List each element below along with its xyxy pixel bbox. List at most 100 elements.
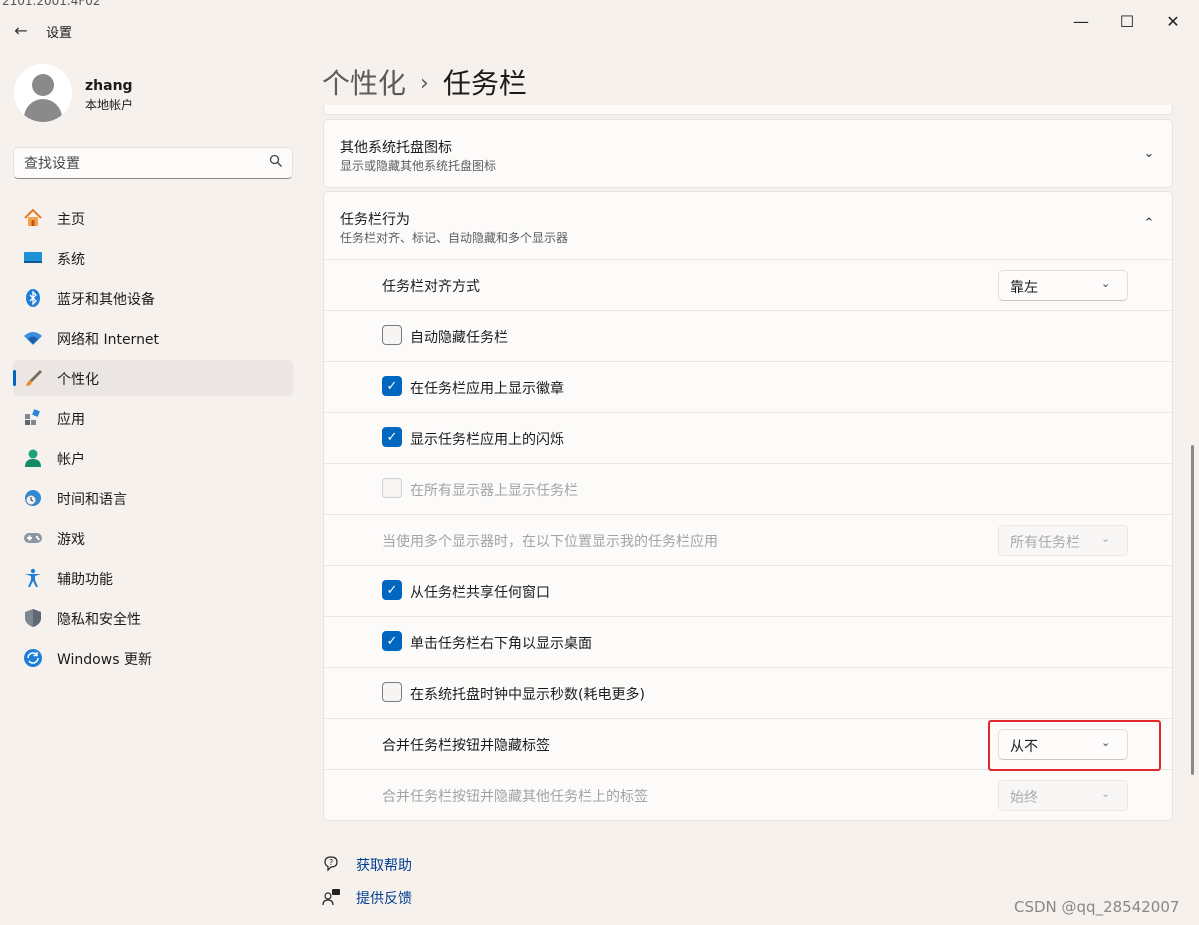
bluetooth-icon (23, 288, 43, 308)
title-bar: ← 设置 — ☐ ✕ (0, 0, 1199, 50)
sidebar-item-label: 应用 (57, 412, 85, 428)
sidebar-item-privacy[interactable]: 隐私和安全性 (13, 600, 293, 636)
brush-icon (23, 368, 43, 388)
taskbar-alignment-dropdown[interactable]: 靠左 ⌄ (998, 270, 1128, 301)
auto-hide-checkbox[interactable] (382, 325, 402, 345)
search-box[interactable] (13, 147, 293, 179)
close-button[interactable]: ✕ (1150, 10, 1196, 38)
other-tray-icons-header[interactable]: 其他系统托盘图标 显示或隐藏其他系统托盘图标 ⌄ (324, 120, 1172, 187)
checkbox-label[interactable]: 从任务栏共享任何窗口 (410, 582, 550, 602)
sidebar-item-accounts[interactable]: 帐户 (13, 440, 293, 476)
sidebar-item-accessibility[interactable]: 辅助功能 (13, 560, 293, 596)
dropdown-value: 始终 (1010, 790, 1038, 806)
card-title: 任务栏行为 (340, 212, 410, 228)
maximize-button[interactable]: ☐ (1104, 10, 1150, 38)
card-subtitle: 任务栏对齐、标记、自动隐藏和多个显示器 (340, 231, 569, 245)
sidebar-item-apps[interactable]: 应用 (13, 400, 293, 436)
combine-buttons-dropdown[interactable]: 从不 ⌄ (998, 729, 1128, 760)
sidebar-item-label: 蓝牙和其他设备 (57, 292, 155, 308)
back-button[interactable]: ← (10, 20, 32, 42)
active-indicator (13, 370, 16, 386)
page-title: 任务栏 (442, 67, 527, 100)
accessibility-icon (23, 568, 43, 588)
show-desktop-row: ✓ 单击任务栏右下角以显示桌面 (324, 616, 1172, 667)
all-displays-row: 在所有显示器上显示任务栏 (324, 463, 1172, 514)
sidebar-item-label: Windows 更新 (57, 652, 152, 668)
show-seconds-checkbox[interactable] (382, 682, 402, 702)
setting-label: 合并任务栏按钮并隐藏标签 (382, 738, 550, 754)
checkbox-label: 在所有显示器上显示任务栏 (410, 483, 578, 499)
chevron-down-icon: ⌄ (1101, 277, 1111, 290)
breadcrumb-separator: › (420, 71, 429, 96)
search-input[interactable] (24, 154, 264, 174)
show-flashing-row: ✓ 显示任务栏应用上的闪烁 (324, 412, 1172, 463)
sidebar-item-network[interactable]: 网络和 Internet (13, 320, 293, 356)
sidebar-item-label: 隐私和安全性 (57, 612, 141, 628)
link-label[interactable]: 获取帮助 (356, 855, 412, 875)
setting-label: 合并任务栏按钮并隐藏其他任务栏上的标签 (382, 789, 648, 805)
watermark: CSDN @qq_28542007 (1014, 898, 1180, 916)
sidebar-item-windows-update[interactable]: Windows 更新 (13, 640, 293, 676)
sidebar-item-label: 帐户 (57, 452, 85, 468)
taskbar-alignment-row: 任务栏对齐方式 靠左 ⌄ (324, 259, 1172, 310)
show-seconds-row: 在系统托盘时钟中显示秒数(耗电更多) (324, 667, 1172, 718)
all-displays-checkbox (382, 478, 402, 498)
svg-text:?: ? (329, 858, 333, 867)
show-flashing-checkbox[interactable]: ✓ (382, 427, 402, 447)
breadcrumb-parent[interactable]: 个性化 (322, 67, 406, 100)
checkbox-label[interactable]: 在任务栏应用上显示徽章 (410, 378, 564, 398)
minimize-button[interactable]: — (1058, 10, 1104, 38)
clock-globe-icon (23, 488, 43, 508)
show-desktop-checkbox[interactable]: ✓ (382, 631, 402, 651)
checkbox-label[interactable]: 单击任务栏右下角以显示桌面 (410, 633, 592, 653)
user-name: zhang (85, 78, 133, 94)
breadcrumb: 个性化 › 任务栏 (322, 62, 527, 102)
checkbox-label[interactable]: 显示任务栏应用上的闪烁 (410, 429, 564, 449)
multi-display-row: 当使用多个显示器时，在以下位置显示我的任务栏应用 所有任务栏 ⌄ (324, 514, 1172, 565)
checkbox-label[interactable]: 自动隐藏任务栏 (410, 327, 508, 347)
search-icon[interactable] (267, 154, 285, 172)
previous-card-edge (323, 105, 1173, 115)
show-badges-row: ✓ 在任务栏应用上显示徽章 (324, 361, 1172, 412)
sidebar-item-personalization[interactable]: 个性化 (13, 360, 293, 396)
other-tray-icons-card: 其他系统托盘图标 显示或隐藏其他系统托盘图标 ⌄ (323, 119, 1173, 188)
update-icon (23, 648, 43, 668)
sidebar-item-gaming[interactable]: 游戏 (13, 520, 293, 556)
system-icon (23, 248, 43, 268)
taskbar-behaviors-header[interactable]: 任务栏行为 任务栏对齐、标记、自动隐藏和多个显示器 ⌃ (324, 192, 1172, 259)
checkbox-label[interactable]: 在系统托盘时钟中显示秒数(耗电更多) (410, 684, 645, 704)
chevron-up-icon[interactable]: ⌃ (1139, 214, 1159, 234)
sidebar-item-label: 系统 (57, 252, 85, 268)
share-window-checkbox[interactable]: ✓ (382, 580, 402, 600)
multi-display-dropdown: 所有任务栏 ⌄ (998, 525, 1128, 556)
shield-icon (23, 608, 43, 628)
chevron-down-icon[interactable]: ⌄ (1139, 144, 1159, 164)
setting-label: 当使用多个显示器时，在以下位置显示我的任务栏应用 (382, 534, 718, 550)
combine-other-dropdown: 始终 ⌄ (998, 780, 1128, 811)
avatar (14, 64, 72, 122)
help-icon: ? (322, 854, 342, 874)
account-type: 本地帐户 (85, 98, 134, 112)
sidebar-item-time-language[interactable]: 时间和语言 (13, 480, 293, 516)
sidebar-item-label: 主页 (57, 212, 85, 228)
scrollbar[interactable] (1191, 445, 1194, 775)
combine-other-row: 合并任务栏按钮并隐藏其他任务栏上的标签 始终 ⌄ (324, 769, 1172, 820)
show-badges-checkbox[interactable]: ✓ (382, 376, 402, 396)
sidebar-item-label: 时间和语言 (57, 492, 127, 508)
card-title: 其他系统托盘图标 (340, 140, 452, 156)
sidebar-item-bluetooth[interactable]: 蓝牙和其他设备 (13, 280, 293, 316)
sidebar-nav: 主页 系统 蓝牙和其他设备 网络和 Internet 个性化 应用 帐户 时间和… (13, 200, 293, 680)
feedback-icon (322, 887, 342, 907)
dropdown-value: 靠左 (1010, 280, 1038, 296)
sidebar-item-label: 个性化 (57, 372, 99, 388)
link-label[interactable]: 提供反馈 (356, 888, 412, 908)
apps-icon (23, 408, 43, 428)
share-window-row: ✓ 从任务栏共享任何窗口 (324, 565, 1172, 616)
avatar-shoulders (24, 99, 62, 122)
auto-hide-row: 自动隐藏任务栏 (324, 310, 1172, 361)
gamepad-icon (23, 528, 43, 548)
avatar-head (32, 74, 54, 96)
sidebar-item-home[interactable]: 主页 (13, 200, 293, 236)
chevron-down-icon: ⌄ (1101, 532, 1111, 545)
sidebar-item-system[interactable]: 系统 (13, 240, 293, 276)
